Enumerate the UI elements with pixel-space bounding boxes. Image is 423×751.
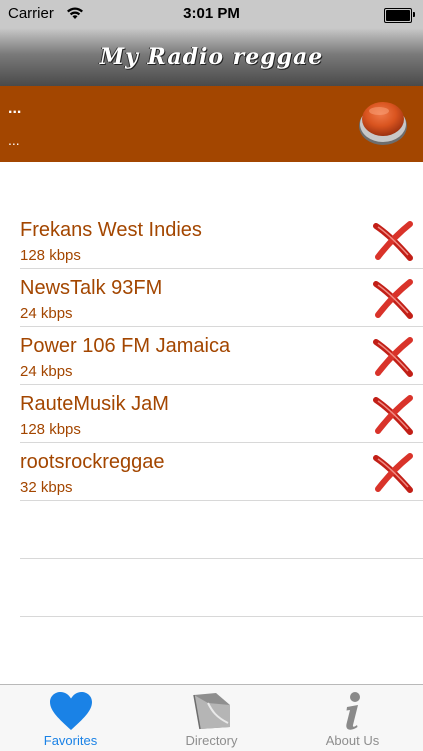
list-item[interactable]: NewsTalk 93FM 24 kbps	[20, 269, 423, 327]
status-bar: Carrier 3:01 PM	[0, 0, 423, 28]
tab-label: About Us	[325, 733, 380, 748]
tab-label: Directory	[185, 733, 238, 748]
delete-x-icon[interactable]	[370, 450, 416, 494]
station-bitrate: 32 kbps	[20, 479, 73, 496]
list-item[interactable]: rootsrockreggae 32 kbps	[20, 443, 423, 501]
station-name: Power 106 FM Jamaica	[20, 335, 231, 357]
list-item[interactable]: Power 106 FM Jamaica 24 kbps	[20, 327, 423, 385]
now-playing-subtitle: ...	[8, 132, 20, 148]
station-name: NewsTalk 93FM	[20, 277, 163, 299]
clock: 3:01 PM	[183, 5, 240, 22]
station-name: Frekans West Indies	[20, 219, 202, 241]
tab-bar: Favorites Directory About Us	[0, 684, 423, 751]
info-icon	[345, 692, 360, 730]
nav-bar: My Radio reggae	[0, 28, 423, 86]
list-item[interactable]: Frekans West Indies 128 kbps	[20, 211, 423, 269]
app-title: My Radio reggae	[99, 44, 324, 70]
empty-row	[20, 559, 423, 617]
list-item[interactable]: RauteMusik JaM 128 kbps	[20, 385, 423, 443]
station-bitrate: 24 kbps	[20, 363, 73, 380]
station-name: rootsrockreggae	[20, 451, 165, 473]
tab-about-us[interactable]: About Us	[282, 685, 423, 751]
delete-x-icon[interactable]	[370, 276, 416, 320]
station-bitrate: 128 kbps	[20, 421, 81, 438]
favorites-list: Frekans West Indies 128 kbps NewsTalk 93…	[20, 211, 423, 617]
battery-icon	[384, 8, 415, 23]
play-button[interactable]	[357, 96, 409, 148]
station-bitrate: 128 kbps	[20, 247, 81, 264]
station-name: RauteMusik JaM	[20, 393, 169, 415]
delete-x-icon[interactable]	[370, 334, 416, 378]
tab-favorites[interactable]: Favorites	[0, 685, 141, 751]
empty-row	[20, 501, 423, 559]
tab-label: Favorites	[43, 733, 98, 748]
tab-directory[interactable]: Directory	[141, 685, 282, 751]
delete-x-icon[interactable]	[370, 392, 416, 436]
folder-icon	[192, 693, 230, 730]
station-bitrate: 24 kbps	[20, 305, 73, 322]
now-playing-title: ...	[8, 100, 22, 117]
heart-icon	[49, 692, 92, 730]
delete-x-icon[interactable]	[370, 218, 416, 262]
now-playing-bar: ... ...	[0, 86, 423, 162]
